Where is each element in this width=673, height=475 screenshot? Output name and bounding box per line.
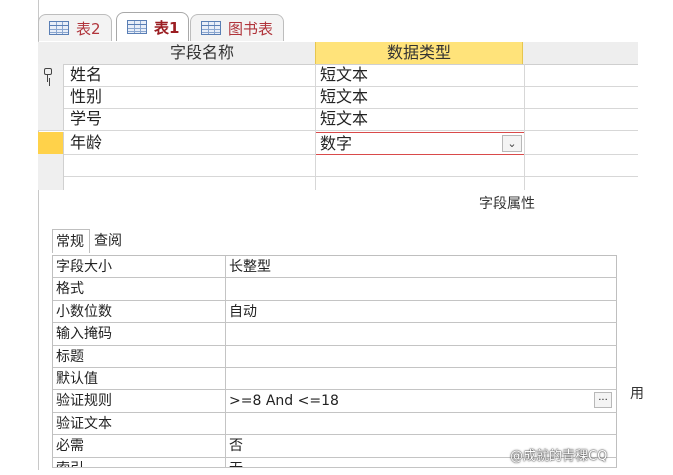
property-label: 字段大小 xyxy=(56,259,112,275)
field-name-cell[interactable]: 学号 xyxy=(70,108,102,130)
watermark: @成就的青稞CQ xyxy=(510,445,607,464)
field-name-cell[interactable]: 年龄 xyxy=(70,132,102,154)
validation-rule-value[interactable]: >=8 And <=18 xyxy=(229,390,339,412)
divider xyxy=(225,457,226,467)
property-value[interactable]: 长整型 xyxy=(229,256,271,278)
tab-table1[interactable]: 表1 xyxy=(116,12,189,41)
tab-label: 表1 xyxy=(154,18,180,37)
divider xyxy=(225,323,226,345)
column-divider xyxy=(315,64,316,190)
divider xyxy=(225,278,226,300)
tab-table2[interactable]: 表2 xyxy=(38,14,112,41)
divider xyxy=(225,390,226,412)
table-row-empty[interactable] xyxy=(38,176,638,190)
grid-header: 字段名称 数据类型 xyxy=(38,42,638,65)
property-value[interactable]: 自动 xyxy=(229,301,257,323)
table-row-empty[interactable] xyxy=(38,154,638,177)
field-name-cell[interactable]: 性别 xyxy=(70,86,102,108)
field-name-cell[interactable]: 姓名 xyxy=(70,64,102,86)
divider xyxy=(225,256,226,278)
data-type-header[interactable]: 数据类型 xyxy=(315,42,523,64)
property-label: 小数位数 xyxy=(56,303,112,320)
property-label: 默认值 xyxy=(56,370,98,387)
chevron-down-icon[interactable]: ⌄ xyxy=(502,135,522,152)
property-row[interactable]: 标题 xyxy=(53,345,617,368)
property-row[interactable]: 小数位数 自动 xyxy=(53,300,617,324)
property-label: 必需 xyxy=(56,438,84,455)
table-row[interactable]: 姓名 短文本 xyxy=(38,64,638,87)
data-type-value: 数字 xyxy=(320,134,353,153)
divider xyxy=(225,300,226,323)
table-icon xyxy=(201,21,221,35)
property-value[interactable]: 无 xyxy=(229,458,243,467)
property-row[interactable]: 验证文本 xyxy=(53,412,617,436)
divider xyxy=(225,435,226,457)
document-tab-bar: 表2 表1 图书表 xyxy=(38,8,638,43)
property-value[interactable]: 否 xyxy=(229,435,243,457)
row-selector-current[interactable] xyxy=(38,132,64,154)
data-type-cell[interactable]: 短文本 xyxy=(320,86,368,108)
table-icon xyxy=(49,21,69,35)
property-row[interactable]: 输入掩码 xyxy=(53,323,617,346)
data-type-cell[interactable]: 短文本 xyxy=(320,108,368,130)
row-selector[interactable] xyxy=(38,154,64,176)
table-icon xyxy=(127,20,147,34)
table-row-current[interactable]: 年龄 数字 ⌄ xyxy=(38,132,638,155)
tab-label: 图书表 xyxy=(228,19,274,38)
property-label: 标题 xyxy=(56,348,84,365)
field-properties-label: 字段属性 xyxy=(479,196,535,212)
data-type-dropdown[interactable]: 数字 ⌄ xyxy=(315,132,525,155)
property-label: 格式 xyxy=(56,281,84,298)
column-divider xyxy=(524,64,525,190)
tab-general[interactable]: 常规 xyxy=(52,229,90,253)
expression-builder-button[interactable]: ... xyxy=(594,392,612,409)
property-label: 索引 xyxy=(56,458,84,467)
divider xyxy=(225,345,226,367)
property-label: 输入掩码 xyxy=(56,326,112,343)
row-selector[interactable] xyxy=(38,176,64,190)
property-row[interactable]: 字段大小 长整型 xyxy=(53,256,617,279)
row-selector[interactable] xyxy=(38,86,64,108)
tab-lookup[interactable]: 查阅 xyxy=(91,229,131,253)
field-name-header[interactable]: 字段名称 xyxy=(64,42,340,64)
watermark-text: @成就的青稞CQ xyxy=(510,449,608,464)
divider xyxy=(225,367,226,390)
property-row[interactable]: 验证规则 >=8 And <=18... xyxy=(53,390,617,413)
property-label: 验证文本 xyxy=(56,415,112,432)
property-sheet: 字段大小 长整型 格式 小数位数 自动 输入掩码 标题 默认值 验证规则 >=8 An… xyxy=(52,255,617,468)
property-label: 验证规则 xyxy=(56,393,112,410)
tab-book-table[interactable]: 图书表 xyxy=(190,14,284,41)
row-selector[interactable] xyxy=(38,108,64,130)
property-row[interactable]: 格式 xyxy=(53,278,617,301)
row-selector[interactable] xyxy=(38,64,64,86)
property-row[interactable]: 默认值 xyxy=(53,367,617,391)
primary-key-icon xyxy=(44,68,52,82)
divider xyxy=(225,412,226,435)
data-type-cell[interactable]: 短文本 xyxy=(320,64,368,86)
table-row[interactable]: 学号 短文本 xyxy=(38,108,638,131)
table-row[interactable]: 性别 短文本 xyxy=(38,86,638,109)
tab-label: 表2 xyxy=(76,19,101,38)
help-text-fragment: 用 xyxy=(630,386,644,402)
